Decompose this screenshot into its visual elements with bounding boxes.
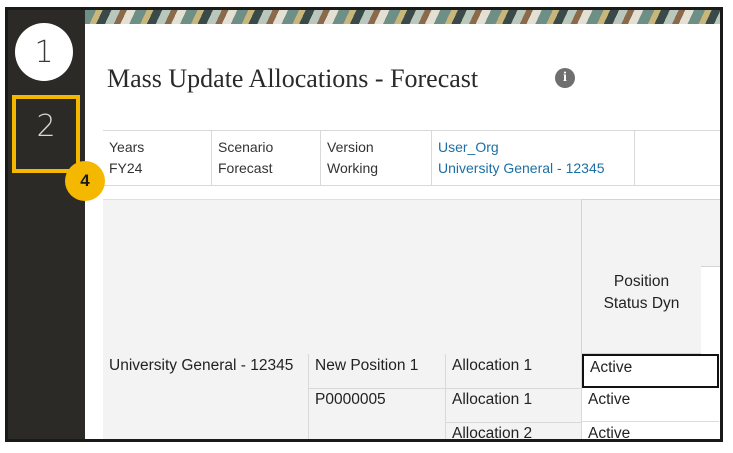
row-header-position: P0000005 xyxy=(315,391,386,408)
callout-badge: 4 xyxy=(65,161,105,201)
status-cell[interactable]: Active xyxy=(582,388,719,422)
pov-label: User_Org xyxy=(438,139,499,155)
column-header: Position Status Dyn xyxy=(581,265,701,354)
info-icon[interactable]: i xyxy=(555,68,575,88)
pov-version[interactable]: Version Working xyxy=(321,131,432,185)
data-grid: Position Status Dyn University General - … xyxy=(103,199,720,442)
row-header-position: New Position 1 xyxy=(315,357,419,374)
pov-bar: Years FY24 Scenario Forecast Version Wor… xyxy=(103,130,720,186)
column-header-top xyxy=(581,199,720,267)
pov-label: Scenario xyxy=(218,139,274,155)
grid-corner xyxy=(103,199,582,355)
pov-user-org[interactable]: User_Org University General - 12345 xyxy=(432,131,635,185)
page-title: Mass Update Allocations - Forecast xyxy=(107,64,479,93)
row-header-allocation: Allocation 1 xyxy=(452,391,533,408)
main-content: Mass Update Allocations - Forecast i Yea… xyxy=(85,24,720,439)
pov-label: Years xyxy=(109,139,145,155)
row-header-org: University General - 12345 xyxy=(109,357,294,374)
decorative-banner xyxy=(85,10,720,24)
step-1-button[interactable]: 1 xyxy=(15,23,73,81)
row-header-allocation: Allocation 2 xyxy=(452,425,533,442)
status-cell[interactable]: Active xyxy=(582,422,719,439)
pov-value: FY24 xyxy=(109,160,143,176)
step-2-button[interactable]: 2 xyxy=(12,95,80,173)
pov-value: Working xyxy=(327,160,379,176)
pov-years[interactable]: Years FY24 xyxy=(103,131,212,185)
step-rail: 1 2 xyxy=(8,10,85,439)
pov-value: Forecast xyxy=(218,160,273,176)
status-cell[interactable]: Active xyxy=(582,354,719,388)
pov-label: Version xyxy=(327,139,374,155)
pov-scenario[interactable]: Scenario Forecast xyxy=(212,131,321,185)
row-header-allocation: Allocation 1 xyxy=(452,357,533,374)
screenshot-frame: 1 2 4 Mass Update Allocations - Forecast… xyxy=(5,7,723,442)
column-header-label: Position Status Dyn xyxy=(603,273,680,312)
pov-value: University General - 12345 xyxy=(438,160,605,176)
